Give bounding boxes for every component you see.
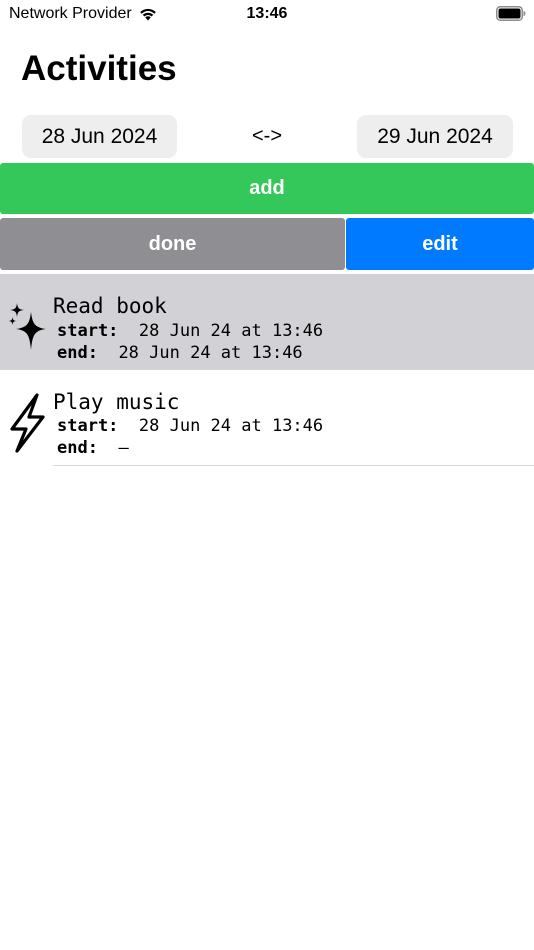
- status-bar: Network Provider 13:46: [0, 0, 534, 28]
- end-date-picker[interactable]: 29 Jun 2024: [357, 115, 513, 158]
- activity-title: Play music: [53, 390, 180, 414]
- edit-button[interactable]: edit: [346, 218, 534, 270]
- date-range-separator: <->: [251, 125, 283, 147]
- start-label: start:: [57, 321, 119, 341]
- activity-end-line: end: 28 Jun 24 at 13:46: [57, 343, 303, 363]
- status-time: 13:46: [246, 5, 288, 22]
- screen: Network Provider 13:46 Activities 28 Jun…: [0, 0, 534, 950]
- activity-start-value: 28 Jun 24 at 13:46: [138, 321, 324, 341]
- add-button[interactable]: add: [0, 163, 534, 214]
- start-date-picker[interactable]: 28 Jun 2024: [22, 115, 177, 158]
- activity-end-value: –: [118, 438, 129, 458]
- done-button[interactable]: done: [0, 218, 345, 270]
- activity-end-value: 28 Jun 24 at 13:46: [118, 343, 303, 363]
- activity-start-value: 28 Jun 24 at 13:46: [138, 416, 324, 436]
- end-label: end:: [57, 343, 98, 363]
- activity-title: Read book: [53, 294, 167, 318]
- end-label: end:: [57, 438, 98, 458]
- page-title: Activities: [21, 49, 177, 88]
- activity-row-play-music[interactable]: Play music start: 28 Jun 24 at 13:46 end…: [0, 370, 534, 466]
- bolt-icon: [10, 393, 45, 453]
- activity-start-line: start: 28 Jun 24 at 13:46: [57, 321, 323, 341]
- activity-end-line: end: –: [57, 438, 129, 458]
- row-divider: [53, 465, 534, 466]
- activity-row-read-book[interactable]: Read book start: 28 Jun 24 at 13:46 end:…: [0, 274, 534, 370]
- start-label: start:: [57, 416, 119, 436]
- battery-icon: [496, 6, 526, 21]
- activity-start-line: start: 28 Jun 24 at 13:46: [57, 416, 323, 436]
- sparkles-icon: [8, 303, 46, 350]
